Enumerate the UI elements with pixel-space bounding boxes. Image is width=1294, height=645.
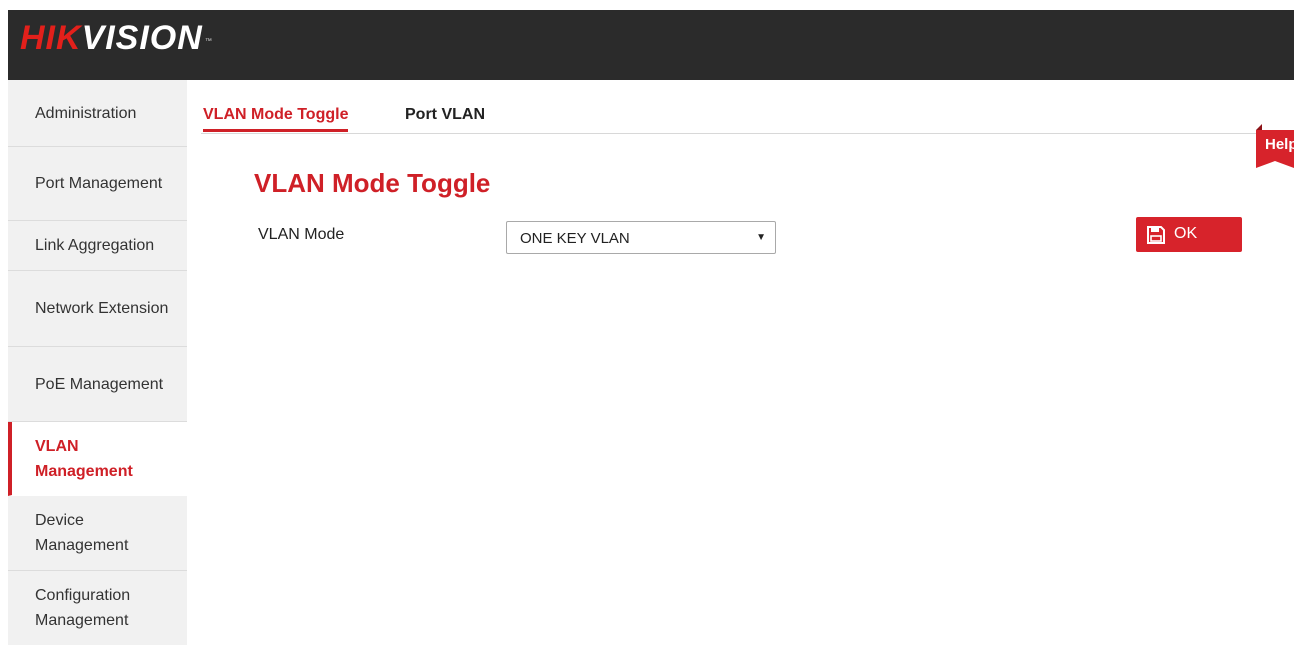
- sidebar-item-network-extension[interactable]: Network Extension: [8, 271, 187, 347]
- sidebar-item-label: Network Extension: [35, 300, 169, 317]
- hikvision-logo: HIKVISION ™: [20, 18, 213, 58]
- sidebar-item-label: PoE Management: [35, 375, 164, 393]
- sidebar-item-administration[interactable]: Administration: [8, 80, 187, 147]
- top-header: HIKVISION ™: [8, 10, 1294, 80]
- sidebar-item-port-management[interactable]: Port Management: [8, 147, 187, 221]
- vlan-mode-select[interactable]: ONE KEY VLAN ▼: [506, 221, 776, 254]
- sidebar-item-link-aggregation[interactable]: Link Aggregation: [8, 221, 187, 271]
- logo-vision: VISION: [81, 19, 203, 57]
- sidebar-item-label: VLAN Management: [35, 437, 133, 480]
- sidebar-item-label: Port Management: [35, 175, 163, 192]
- ok-label: OK: [1174, 225, 1198, 242]
- sidebar-item-vlan-management[interactable]: VLAN Management: [8, 422, 187, 496]
- top-margin: [0, 0, 1294, 10]
- vlan-mode-selected-value: ONE KEY VLAN: [520, 230, 630, 247]
- sidebar-item-device-management[interactable]: Device Management: [8, 496, 187, 571]
- sidebar-item-label: Configuration Management: [35, 587, 131, 629]
- sidebar-item-configuration-management[interactable]: Configuration Management: [8, 571, 187, 645]
- logo-trademark: ™: [204, 38, 213, 45]
- tab-bar: VLAN Mode Toggle Port VLAN: [201, 80, 1294, 134]
- tab-port-vlan[interactable]: Port VLAN: [405, 106, 485, 130]
- sidebar-item-label: Device Management: [35, 512, 129, 554]
- sidebar-item-poe-management[interactable]: PoE Management: [8, 347, 187, 422]
- tab-vlan-mode-toggle[interactable]: VLAN Mode Toggle: [203, 106, 349, 132]
- ok-button[interactable]: OK: [1136, 217, 1242, 252]
- main-content: VLAN Mode Toggle Port VLAN Help VLAN Mod…: [187, 80, 1294, 645]
- help-button[interactable]: Help: [1256, 124, 1294, 168]
- floppy-disk-icon: [1147, 226, 1165, 244]
- caret-down-icon: ▼: [756, 232, 766, 243]
- help-label: Help: [1265, 136, 1294, 153]
- sidebar: Administration Port Management Link Aggr…: [8, 80, 187, 645]
- sidebar-item-label: Administration: [35, 104, 137, 122]
- vlan-mode-label: VLAN Mode: [258, 226, 345, 243]
- sidebar-item-label: Link Aggregation: [35, 237, 155, 254]
- section-title: VLAN Mode Toggle: [254, 168, 491, 198]
- logo-hik: HIK: [20, 19, 82, 57]
